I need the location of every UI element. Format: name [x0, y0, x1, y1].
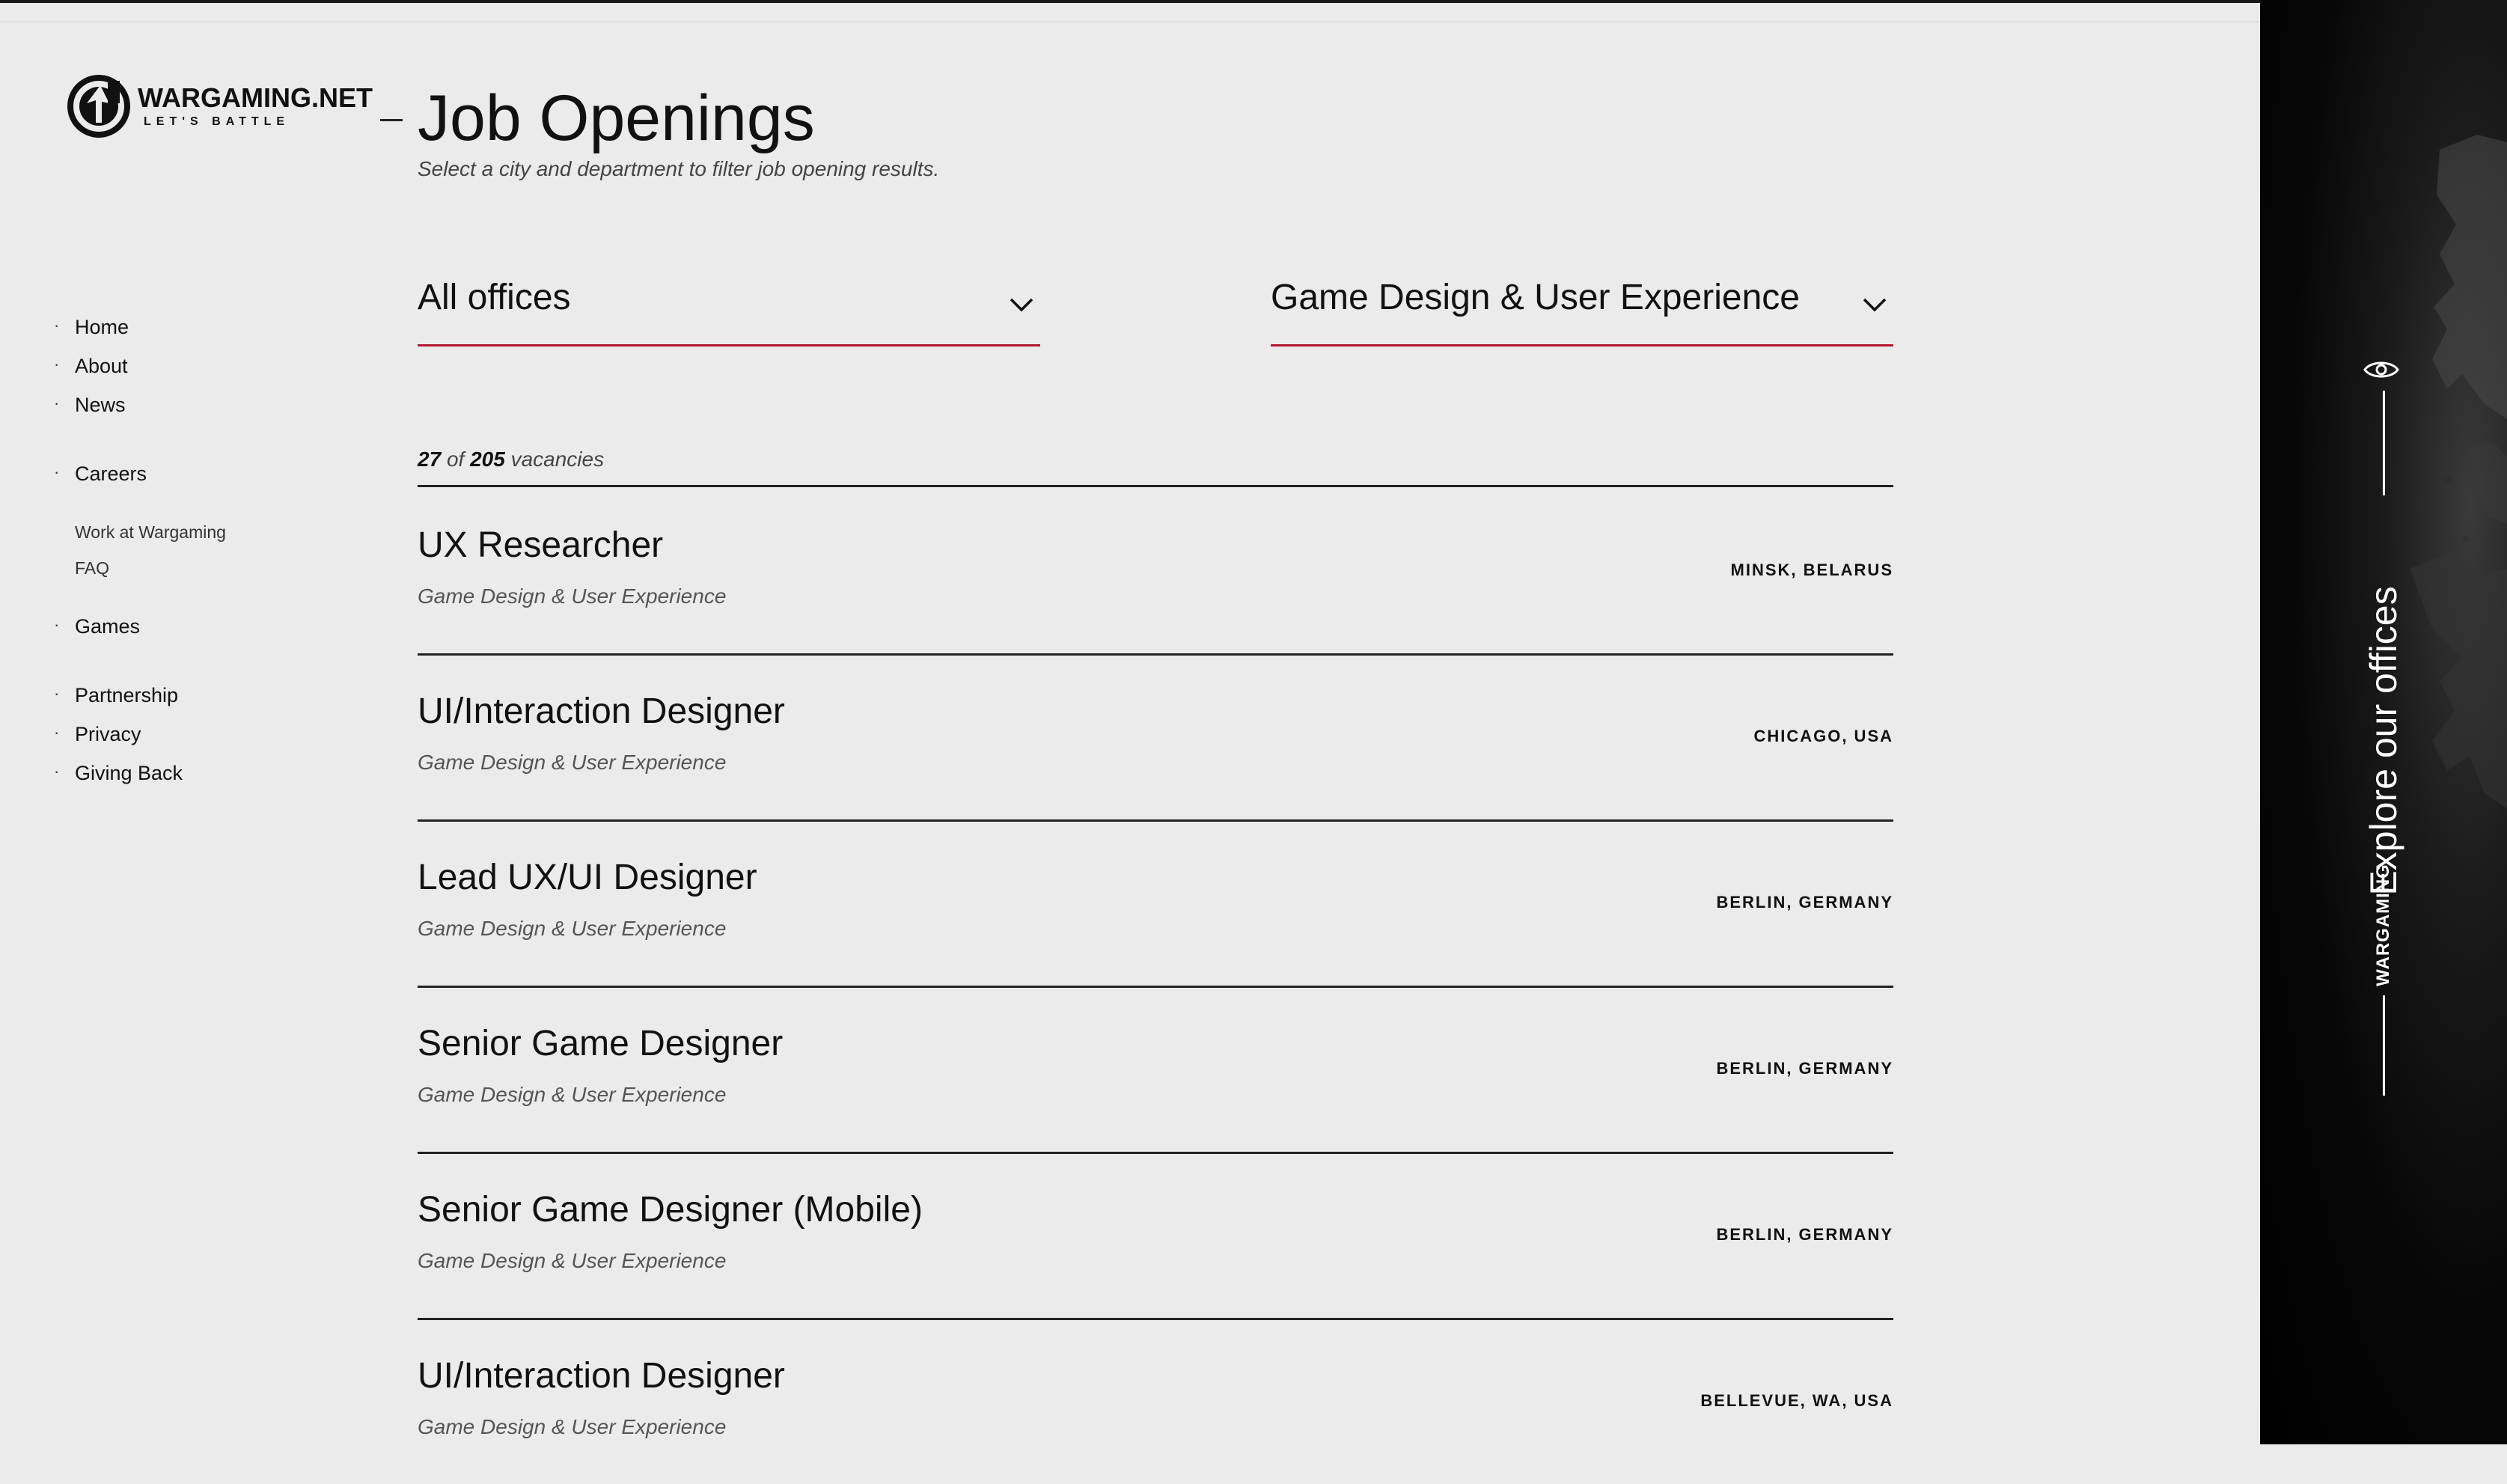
sidebar-item-label: Home — [75, 316, 129, 338]
job-title: UI/Interaction Designer — [418, 1356, 785, 1396]
sidebar-item-label: Giving Back — [75, 762, 183, 784]
sidebar-item-label: Careers — [75, 462, 147, 485]
results-of: of — [446, 448, 465, 471]
sidebar-item-label: News — [75, 394, 126, 416]
job-listing[interactable]: UX Researcher Game Design & User Experie… — [418, 487, 1893, 656]
job-title: UI/Interaction Designer — [418, 691, 785, 731]
sidebar-item-label: Games — [75, 615, 141, 638]
chevron-down-icon — [1010, 298, 1033, 312]
results-count: 27 of 205 vacancies — [418, 448, 604, 471]
job-location: BERLIN, GERMANY — [1716, 893, 1893, 912]
sidebar-item-about[interactable]: · About — [54, 355, 128, 378]
page-title: Job Openings — [418, 82, 815, 154]
job-department: Game Design & User Experience — [418, 1415, 727, 1438]
office-select-value: All offices — [418, 278, 571, 317]
title-dash — [380, 119, 403, 121]
sidebar-item-careers[interactable]: · Careers — [54, 462, 147, 486]
bullet-icon: · — [54, 355, 60, 373]
job-title: Lead UX/UI Designer — [418, 858, 757, 897]
job-title: Senior Game Designer (Mobile) — [418, 1190, 923, 1230]
bullet-icon: · — [54, 762, 60, 781]
brand-tagline: LET'S BATTLE — [144, 115, 290, 128]
sidebar-subitem-work-at-wargaming[interactable]: Work at Wargaming — [75, 522, 226, 543]
job-department: Game Design & User Experience — [418, 584, 727, 608]
job-listing[interactable]: Senior Game Designer Game Design & User … — [418, 986, 1893, 1154]
panel-divider-bottom — [2383, 995, 2385, 1096]
job-location: CHICAGO, USA — [1753, 727, 1893, 745]
page-subtitle: Select a city and department to filter j… — [418, 157, 940, 180]
bullet-icon: · — [54, 394, 60, 412]
job-listing[interactable]: Senior Game Designer (Mobile) Game Desig… — [418, 1152, 1893, 1320]
top-divider — [0, 21, 2260, 22]
bullet-icon: · — [54, 316, 60, 335]
sidebar-item-label: Partnership — [75, 684, 179, 706]
top-border — [0, 0, 2260, 3]
office-select[interactable]: All offices — [418, 269, 1040, 346]
panel-divider-top — [2383, 391, 2385, 495]
job-location: MINSK, BELARUS — [1730, 561, 1893, 579]
sidebar-item-giving-back[interactable]: · Giving Back — [54, 762, 183, 785]
sidebar-item-news[interactable]: · News — [54, 394, 126, 417]
department-select[interactable]: Game Design & User Experience — [1271, 269, 1893, 346]
job-listing[interactable]: UI/Interaction Designer Game Design & Us… — [418, 653, 1893, 822]
sidebar-item-privacy[interactable]: · Privacy — [54, 723, 141, 746]
panel-brand-label: WARGAMING — [2373, 864, 2393, 986]
results-suffix: vacancies — [510, 448, 605, 471]
sidebar-item-partnership[interactable]: · Partnership — [54, 684, 179, 707]
results-total: 205 — [470, 448, 505, 471]
sidebar-item-games[interactable]: · Games — [54, 615, 141, 638]
bullet-icon: · — [54, 723, 60, 742]
wargaming-logo-icon — [67, 75, 130, 138]
wargaming-logo[interactable]: WARGAMING.NET LET'S BATTLE — [66, 73, 373, 139]
bullet-icon: · — [54, 615, 60, 634]
job-listing[interactable]: UI/Interaction Designer Game Design & Us… — [418, 1318, 1893, 1484]
results-shown: 27 — [418, 448, 442, 471]
bullet-icon: · — [54, 462, 60, 481]
job-location: BELLEVUE, WA, USA — [1700, 1391, 1893, 1410]
job-location: BERLIN, GERMANY — [1716, 1059, 1893, 1078]
explore-offices-label: Explore our offices — [2363, 586, 2404, 896]
sidebar-subitem-faq[interactable]: FAQ — [75, 558, 109, 578]
department-select-value: Game Design & User Experience — [1271, 278, 1800, 317]
job-listing[interactable]: Lead UX/UI Designer Game Design & User E… — [418, 819, 1893, 988]
job-department: Game Design & User Experience — [418, 917, 727, 940]
brand-name: WARGAMING.NET — [138, 82, 373, 113]
job-department: Game Design & User Experience — [418, 751, 727, 774]
job-department: Game Design & User Experience — [418, 1249, 727, 1272]
job-title: Senior Game Designer — [418, 1024, 784, 1063]
job-title: UX Researcher — [418, 525, 664, 565]
eye-icon — [2363, 361, 2399, 378]
sidebar-item-label: About — [75, 355, 128, 377]
chevron-down-icon — [1863, 298, 1887, 312]
job-location: BERLIN, GERMANY — [1716, 1225, 1893, 1244]
bullet-icon: · — [54, 684, 60, 703]
job-department: Game Design & User Experience — [418, 1083, 727, 1106]
sidebar-item-home[interactable]: · Home — [54, 316, 129, 339]
explore-offices-panel[interactable]: Explore our offices WARGAMING — [2260, 0, 2507, 1444]
sidebar-item-label: Privacy — [75, 723, 141, 745]
